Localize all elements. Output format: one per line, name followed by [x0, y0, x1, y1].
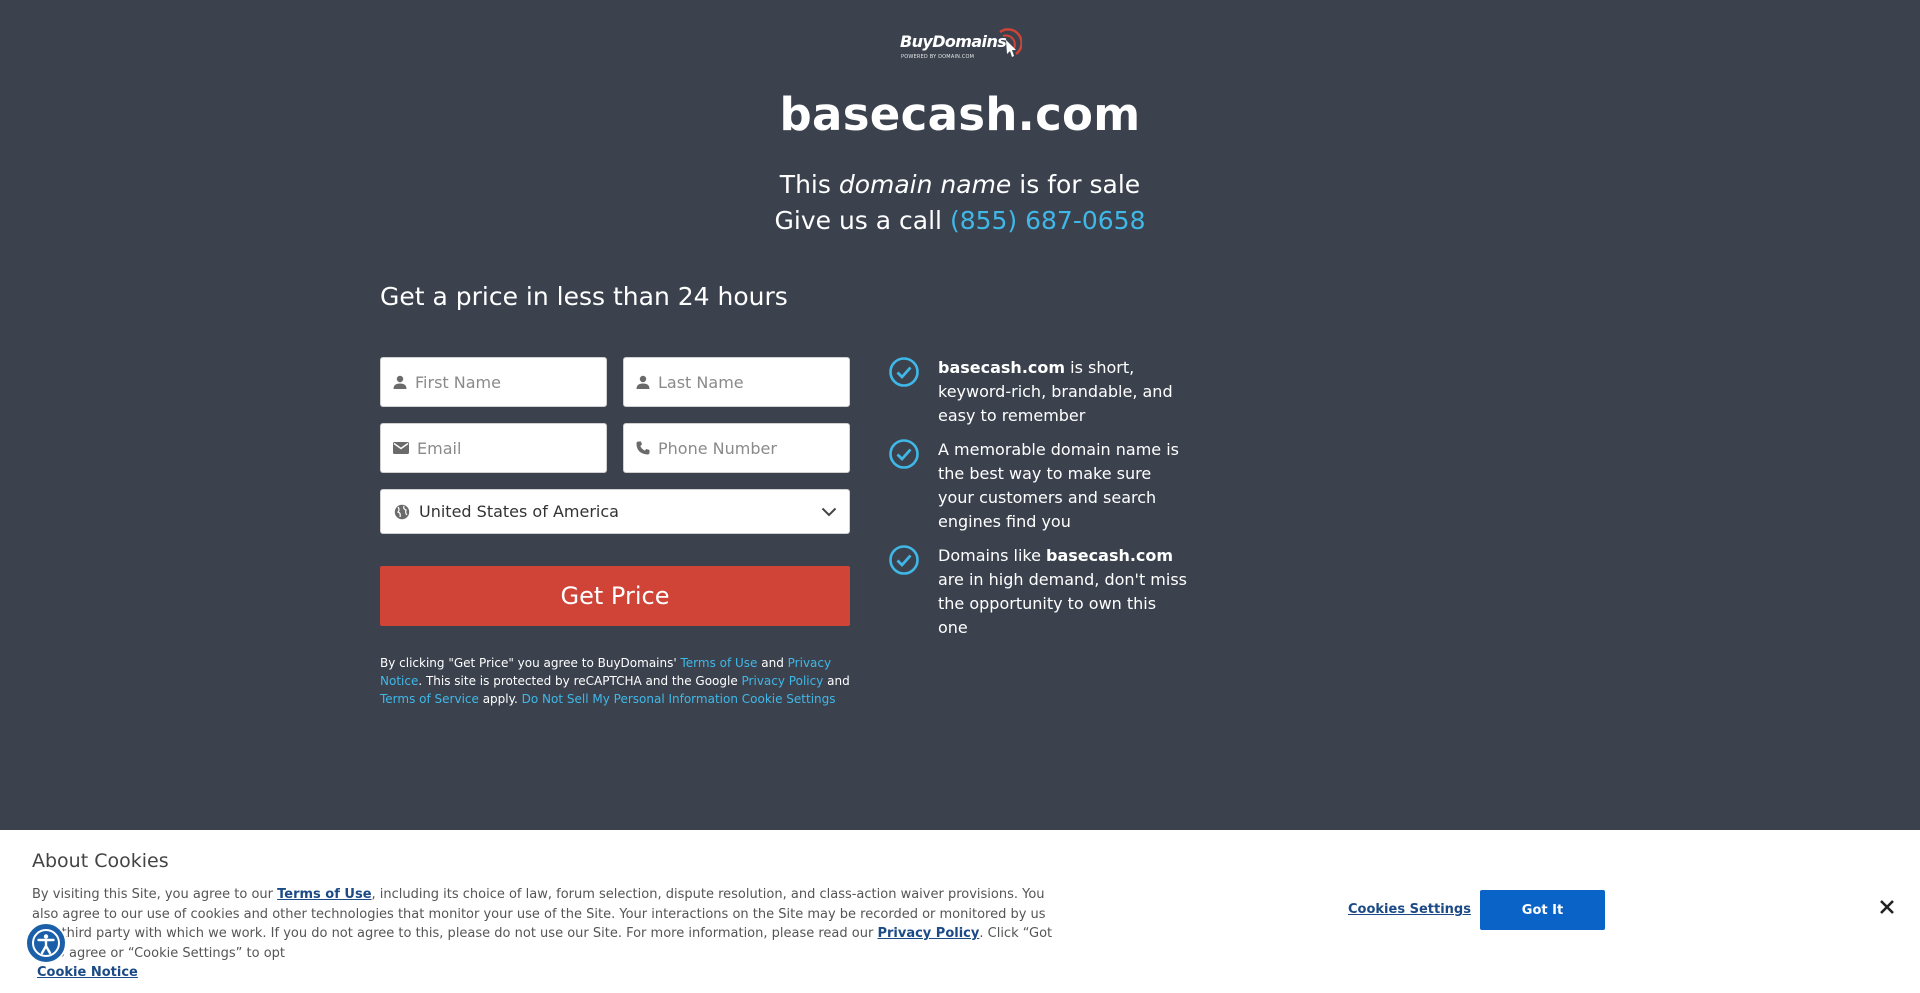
terms-of-use-link[interactable]: Terms of Use [680, 656, 757, 670]
person-icon [393, 373, 407, 391]
cookie-text-part: By visiting this Site, you agree to our [32, 887, 278, 902]
domain-title: basecash.com [779, 88, 1141, 141]
call-line: Give us a call (855) 687-0658 [0, 206, 1920, 235]
logo-tagline: POWERED BY DOMAIN.COM [901, 54, 975, 60]
sale-suffix: is for sale [1011, 170, 1141, 199]
legal-part: apply. [478, 692, 522, 706]
country-value: United States of America [419, 502, 619, 521]
benefit-item: basecash.com is short, keyword-rich, bra… [888, 356, 1188, 428]
buydomains-logo[interactable]: BuyDomains POWERED BY DOMAIN.COM [900, 28, 1022, 68]
check-circle-icon [889, 357, 919, 387]
email-field[interactable] [380, 423, 617, 473]
privacy-policy-link[interactable]: Privacy Policy [742, 674, 824, 688]
first-name-input[interactable] [415, 372, 615, 392]
legal-part: By clicking "Get Price" you agree to Buy… [380, 656, 681, 670]
phone-input[interactable] [658, 438, 858, 458]
first-name-field[interactable] [380, 357, 615, 407]
sale-prefix: This [779, 170, 839, 199]
benefit-item: A memorable domain name is the best way … [888, 438, 1188, 534]
legal-part: and [823, 674, 850, 688]
benefit-text: are in high demand, don't miss the oppor… [938, 570, 1188, 637]
benefit-item: Domains like basecash.com are in high de… [888, 544, 1188, 640]
cookie-settings-link[interactable]: Cookie Settings [742, 692, 836, 706]
cookie-banner-text: By visiting this Site, you agree to our … [32, 885, 1062, 963]
phone-field[interactable] [623, 423, 858, 473]
chevron-down-icon [809, 507, 849, 517]
benefit-domain: basecash.com [938, 358, 1066, 377]
benefit-domain: basecash.com [1046, 546, 1174, 565]
phone-link[interactable]: (855) 687-0658 [950, 206, 1146, 235]
legal-part: and [757, 656, 788, 670]
email-input[interactable] [417, 438, 617, 458]
cookie-notice-link[interactable]: Cookie Notice [37, 965, 138, 980]
last-name-input[interactable] [658, 372, 858, 392]
logo-arc-icon [999, 28, 1022, 57]
sale-emphasis: domain name [838, 170, 1012, 199]
terms-of-service-link[interactable]: Terms of Service [380, 692, 479, 706]
for-sale-line: This domain name is for sale [0, 170, 1920, 199]
cookie-banner-title: About Cookies [32, 850, 169, 872]
form-heading: Get a price in less than 24 hours [380, 282, 788, 311]
benefit-text: A memorable domain name is the best way … [938, 440, 1179, 531]
legal-text: By clicking "Get Price" you agree to Buy… [380, 654, 850, 708]
close-icon[interactable] [1877, 898, 1897, 918]
get-price-button[interactable]: Get Price [380, 566, 850, 626]
cookie-terms-link[interactable]: Terms of Use [277, 887, 371, 902]
country-select[interactable]: United States of America [380, 489, 850, 534]
benefit-pre: Domains like [938, 546, 1047, 565]
do-not-sell-link[interactable]: Do Not Sell My Personal Information [522, 692, 738, 706]
cookie-banner: About Cookies By visiting this Site, you… [0, 830, 1920, 993]
phone-icon [636, 439, 650, 457]
last-name-field[interactable] [623, 357, 858, 407]
got-it-button[interactable]: Got It [1480, 890, 1605, 930]
cookies-settings-button[interactable]: Cookies Settings [1348, 902, 1471, 917]
legal-part: . This site is protected by reCAPTCHA an… [418, 674, 742, 688]
envelope-icon [393, 439, 409, 457]
globe-icon [393, 503, 411, 521]
cookie-privacy-link[interactable]: Privacy Policy [877, 926, 979, 941]
check-circle-icon [889, 545, 919, 575]
person-icon [636, 373, 650, 391]
call-prefix: Give us a call [774, 206, 950, 235]
accessibility-icon[interactable] [25, 922, 67, 964]
logo-brand-text: BuyDomains [900, 32, 1007, 51]
check-circle-icon [889, 439, 919, 469]
